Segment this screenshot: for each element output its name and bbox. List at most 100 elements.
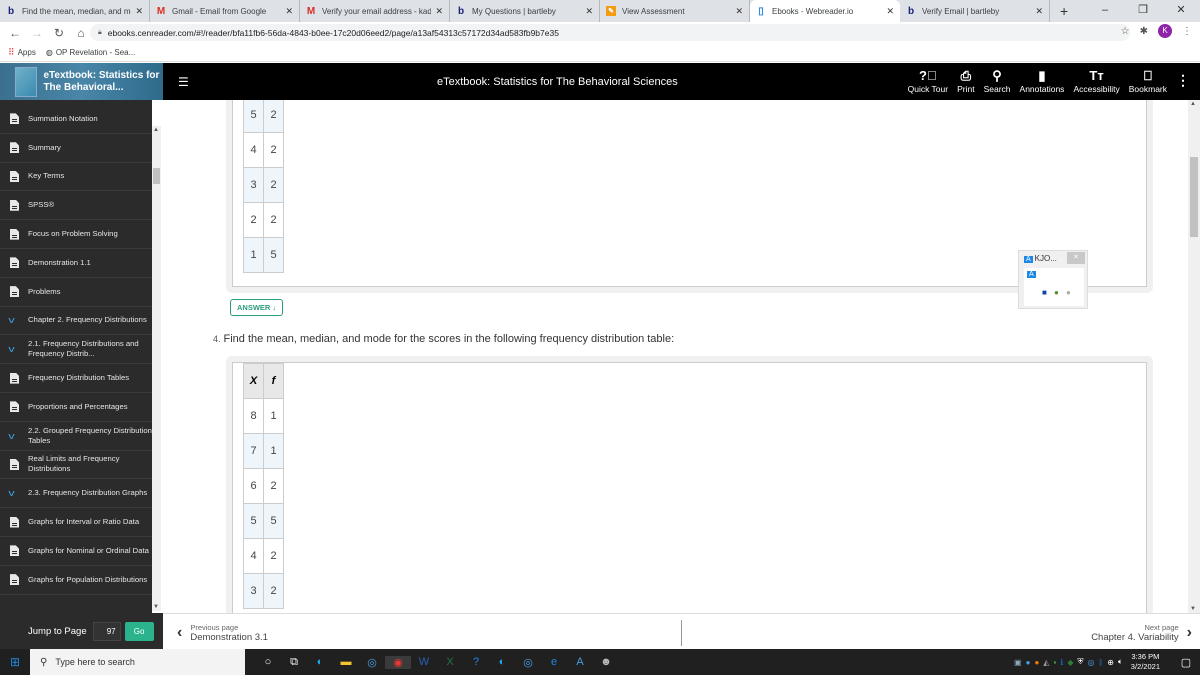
toc-item[interactable]: Focus on Problem Solving xyxy=(0,220,152,249)
browser-tab[interactable]: b My Questions | bartleby ✕ xyxy=(450,0,600,22)
sidebar-scrollbar[interactable]: ▲ ▼ xyxy=(152,126,161,611)
browser-tab[interactable]: b Verify Email | bartleby ✕ xyxy=(900,0,1050,22)
widget-a-icon[interactable]: A xyxy=(1027,271,1036,278)
browser-tab-active[interactable]: ▯ Ebooks - Webreader.io ✕ xyxy=(750,0,900,22)
browser-menu-icon[interactable]: ⋮ xyxy=(1182,26,1192,37)
content-scrollbar[interactable]: ▲ ▼ xyxy=(1188,100,1200,613)
bookmark-op-revelation[interactable]: ◍ OP Revelation - Sea... xyxy=(46,48,135,57)
annotations-button[interactable]: ▮ Annotations xyxy=(1020,68,1065,94)
volume-icon[interactable]: 🔈︎ xyxy=(1118,657,1123,667)
forward-icon[interactable]: → xyxy=(30,26,44,40)
toc-item[interactable]: Summary xyxy=(0,134,152,163)
widget-robot-icon[interactable]: ● xyxy=(1066,288,1071,297)
next-page-link[interactable]: Next page Chapter 4. Variability › xyxy=(1091,623,1192,643)
widget-p-icon[interactable]: ■ xyxy=(1042,288,1047,297)
notifications-icon[interactable]: ▢ xyxy=(1172,656,1200,669)
cortana-icon[interactable]: ○ xyxy=(255,656,281,668)
answer-button[interactable]: ANSWER ↓ xyxy=(230,299,284,316)
tray-icon[interactable]: ◭ xyxy=(1043,658,1049,667)
toc-section[interactable]: v Chapter 2. Frequency Distributions xyxy=(0,307,152,336)
network-icon[interactable]: ⊕ xyxy=(1107,658,1114,667)
close-tab-icon[interactable]: ✕ xyxy=(1035,6,1043,17)
help-icon[interactable]: ? xyxy=(463,656,489,668)
toc-item[interactable]: Graphs for Nominal or Ordinal Data xyxy=(0,537,152,566)
browser-tab[interactable]: M Verify your email address - kade ✕ xyxy=(300,0,450,22)
profile-avatar[interactable]: K xyxy=(1158,24,1172,38)
previous-page-link[interactable]: ‹ Previous page Demonstration 3.1 xyxy=(177,623,268,643)
clock[interactable]: 3:36 PM 3/2/2021 xyxy=(1131,652,1160,672)
toc-item[interactable]: Graphs for Interval or Ratio Data xyxy=(0,508,152,537)
close-tab-icon[interactable]: ✕ xyxy=(886,6,894,17)
reload-icon[interactable]: ↻ xyxy=(52,26,66,40)
close-tab-icon[interactable]: ✕ xyxy=(735,6,743,17)
new-tab-button[interactable]: + xyxy=(1060,0,1068,22)
bluetooth-icon[interactable]: ᛒ xyxy=(1098,658,1103,667)
word-icon[interactable]: W xyxy=(411,656,437,668)
toc-item[interactable]: Key Terms xyxy=(0,163,152,192)
robot-app-icon[interactable]: ☻ xyxy=(593,656,619,668)
info-icon[interactable]: ℹ xyxy=(1060,658,1063,667)
toc-item[interactable]: Graphs for Population Distributions xyxy=(0,566,152,595)
print-button[interactable]: ⎙ Print xyxy=(957,68,974,94)
task-view-icon[interactable]: ⧉ xyxy=(281,656,307,669)
browser-tab[interactable]: b Find the mean, median, and mod ✕ xyxy=(0,0,150,22)
bookmark-apps[interactable]: ⠿ Apps xyxy=(8,47,36,58)
close-tab-icon[interactable]: ✕ xyxy=(435,6,443,17)
toc-item[interactable]: Demonstration 1.1 xyxy=(0,249,152,278)
more-options-button[interactable]: ⋮ xyxy=(1176,68,1190,88)
tray-icon[interactable]: ◆ xyxy=(1067,658,1073,667)
toc-section[interactable]: v 2.2. Grouped Frequency Distribution Tab… xyxy=(0,422,152,451)
close-tab-icon[interactable]: ✕ xyxy=(135,6,143,17)
go-button[interactable]: Go xyxy=(124,621,154,641)
page-number-input[interactable]: 97 xyxy=(92,621,121,641)
browser-tab[interactable]: ✎ View Assessment ✕ xyxy=(600,0,750,22)
widget-reader-icon[interactable]: ● xyxy=(1054,288,1059,297)
toc-section[interactable]: v 2.1. Frequency Distributions and Freque… xyxy=(0,335,152,365)
scroll-down-arrow[interactable]: ▼ xyxy=(1190,606,1196,612)
windows-start-icon[interactable]: ⊞ xyxy=(0,649,30,675)
url-input[interactable]: 🔒︎ ebooks.cenreader.com/#!/reader/bfa11f… xyxy=(90,24,1130,41)
tray-icon[interactable]: ▪ xyxy=(1053,658,1056,667)
close-window-icon[interactable]: ✕ xyxy=(1162,0,1200,22)
chrome-icon[interactable]: ◉ xyxy=(385,655,411,669)
search-button[interactable]: ⚲ Search xyxy=(984,68,1011,94)
sidebar-scroll-thumb[interactable] xyxy=(153,168,160,184)
toc-item[interactable]: Proportions and Percentages xyxy=(0,393,152,422)
bookmark-button[interactable]: ⎕ Bookmark xyxy=(1129,68,1167,94)
app-c-icon[interactable]: ◎ xyxy=(359,656,385,669)
edge-icon[interactable]: ◐ xyxy=(307,656,333,668)
collapse-menu-icon[interactable]: ☰ xyxy=(178,75,189,89)
restore-icon[interactable]: ❐ xyxy=(1124,0,1162,22)
back-icon[interactable]: ← xyxy=(8,26,22,40)
app-c2-icon[interactable]: ◎ xyxy=(515,656,541,669)
browser-tab[interactable]: M Gmail - Email from Google ✕ xyxy=(150,0,300,22)
minimize-icon[interactable]: – xyxy=(1086,0,1124,22)
quick-tour-button[interactable]: ?⃝ Quick Tour xyxy=(908,68,948,94)
excel-icon[interactable]: X xyxy=(437,656,463,668)
star-icon[interactable]: ☆ xyxy=(1121,26,1130,37)
widget-close-icon[interactable]: ✕ xyxy=(1067,252,1085,264)
close-tab-icon[interactable]: ✕ xyxy=(585,6,593,17)
tray-icon[interactable]: ◎ xyxy=(1087,658,1094,667)
tray-icon[interactable]: ▣ xyxy=(1014,658,1022,667)
content-scroll-thumb[interactable] xyxy=(1190,157,1198,237)
tray-icon[interactable]: ● xyxy=(1026,658,1031,667)
security-icon[interactable]: ⛨ xyxy=(1077,657,1083,667)
toc-section[interactable]: v 2.3. Frequency Distribution Graphs xyxy=(0,479,152,509)
close-tab-icon[interactable]: ✕ xyxy=(285,6,293,17)
toc-item[interactable]: SPSS® xyxy=(0,191,152,221)
internet-explorer-icon[interactable]: e xyxy=(541,656,567,668)
tray-icon[interactable]: ● xyxy=(1034,658,1039,667)
floating-widget[interactable]: A KJO... ✕ A ■ ● ● xyxy=(1018,250,1088,309)
toc-item[interactable]: Frequency Distribution Tables xyxy=(0,364,152,393)
toc-item[interactable]: Problems xyxy=(0,278,152,307)
app-a-icon[interactable]: A xyxy=(567,656,593,668)
toc-item[interactable]: Summation Notation xyxy=(0,105,152,134)
taskbar-search[interactable]: ⚲ Type here to search xyxy=(30,649,245,675)
scroll-up-arrow[interactable]: ▲ xyxy=(153,127,159,133)
scroll-up-arrow[interactable]: ▲ xyxy=(1190,101,1196,107)
home-icon[interactable]: ⌂ xyxy=(74,26,88,40)
scroll-down-arrow[interactable]: ▼ xyxy=(153,604,159,610)
extensions-icon[interactable]: ✱ xyxy=(1140,26,1148,37)
file-explorer-icon[interactable]: ▬ xyxy=(333,656,359,668)
